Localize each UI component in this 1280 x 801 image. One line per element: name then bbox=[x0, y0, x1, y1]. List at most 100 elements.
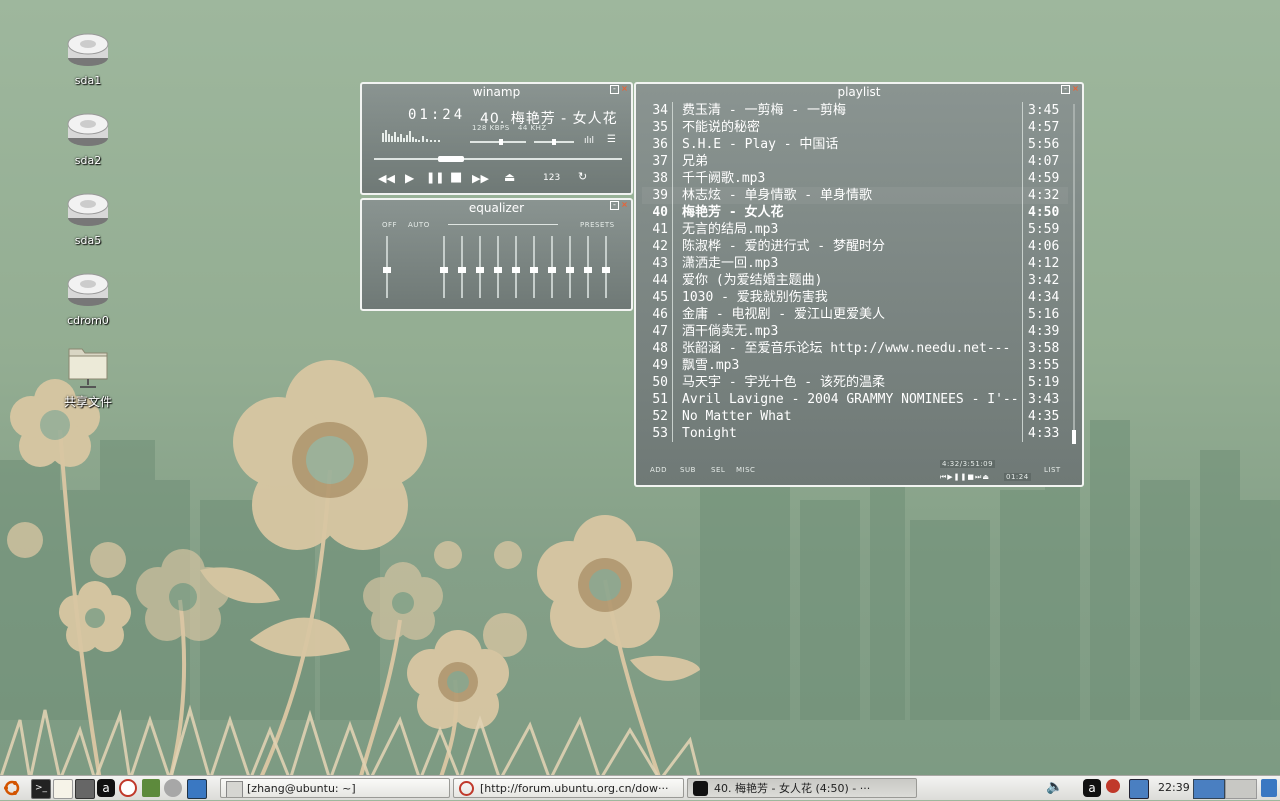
winamp-main-window[interactable]: winamp - × 01:24 40. 梅艳芳 - 女人花 128 KBPS 4… bbox=[360, 82, 633, 195]
task-audacious[interactable]: 40. 梅艳芳 - 女人花 (4:50) - ··· bbox=[687, 778, 917, 798]
sel-button[interactable]: SEL bbox=[711, 466, 725, 474]
playlist-row[interactable]: 51 Avril Lavigne - 2004 GRAMMY NOMINEES -… bbox=[642, 391, 1068, 408]
eq-presets-button[interactable]: PRESETS bbox=[580, 221, 615, 229]
playlist-row[interactable]: 43 潇洒走一回.mp3 4:12 bbox=[642, 255, 1068, 272]
desktop-icon-cdrom0[interactable]: cdrom0 bbox=[43, 270, 133, 327]
window-titlebar[interactable]: playlist - × bbox=[636, 84, 1082, 100]
task-terminal[interactable]: [zhang@ubuntu: ~] bbox=[220, 778, 450, 798]
playlist-row[interactable]: 36 S.H.E - Play - 中国话 5:56 bbox=[642, 136, 1068, 153]
balance-slider[interactable] bbox=[534, 139, 574, 145]
eq-slider-knob[interactable] bbox=[512, 267, 520, 273]
eq-band-slider[interactable] bbox=[476, 236, 484, 298]
window-titlebar[interactable]: equalizer - × bbox=[362, 200, 631, 216]
next-button[interactable]: ▶▶ bbox=[472, 172, 489, 185]
desktop-icon-sda1[interactable]: sda1 bbox=[43, 30, 133, 87]
desktop-icon-shared-folder[interactable]: 共享文件 bbox=[43, 343, 133, 410]
window-titlebar[interactable]: winamp - × bbox=[362, 84, 631, 100]
play-button[interactable]: ▶ bbox=[405, 171, 414, 185]
eq-slider-knob[interactable] bbox=[548, 267, 556, 273]
playlist-row[interactable]: 39 林志炫 - 单身情歌 - 单身情歌 4:32 bbox=[642, 187, 1068, 204]
playlist-row[interactable]: 46 金庸 - 电视剧 - 爱江山更爱美人 5:16 bbox=[642, 306, 1068, 323]
playlist-toggle-icon[interactable]: ☰ bbox=[607, 134, 616, 145]
books-launcher-icon[interactable] bbox=[142, 779, 160, 797]
sub-button[interactable]: SUB bbox=[680, 466, 696, 474]
terminal-launcher-icon[interactable]: >_ bbox=[31, 779, 51, 799]
minimize-button[interactable]: - bbox=[610, 85, 619, 94]
playlist-row[interactable]: 49 飘雪.mp3 3:55 bbox=[642, 357, 1068, 374]
task-browser[interactable]: [http://forum.ubuntu.org.cn/dow··· bbox=[453, 778, 684, 798]
eq-band-slider[interactable] bbox=[494, 236, 502, 298]
scrollbar-thumb[interactable] bbox=[1072, 430, 1076, 444]
eq-slider-knob[interactable] bbox=[494, 267, 502, 273]
clock[interactable]: 22:39 bbox=[1158, 781, 1190, 794]
eq-band-slider[interactable] bbox=[458, 236, 466, 298]
time-display[interactable]: 01:24 bbox=[408, 107, 465, 123]
volume-slider[interactable] bbox=[470, 139, 526, 145]
playlist-row[interactable]: 41 无言的结局.mp3 5:59 bbox=[642, 221, 1068, 238]
desktop-icon-sda2[interactable]: sda2 bbox=[43, 110, 133, 167]
eq-band-slider[interactable] bbox=[548, 236, 556, 298]
eq-band-slider[interactable] bbox=[530, 236, 538, 298]
eq-band-slider[interactable] bbox=[584, 236, 592, 298]
eject-button[interactable]: ⏏ bbox=[504, 170, 515, 184]
eq-slider-knob[interactable] bbox=[530, 267, 538, 273]
eq-slider-knob[interactable] bbox=[440, 267, 448, 273]
playlist-row[interactable]: 37 兄弟 4:07 bbox=[642, 153, 1068, 170]
volume-tray-icon[interactable]: 🔈 bbox=[1046, 779, 1063, 795]
playlist-row[interactable]: 45 1030 - 爱我就别伤害我 4:34 bbox=[642, 289, 1068, 306]
playlist-row[interactable]: 42 陈淑桦 - 爱的进行式 - 梦醒时分 4:06 bbox=[642, 238, 1068, 255]
workspace-2[interactable] bbox=[1225, 779, 1257, 799]
browser-launcher-icon[interactable] bbox=[119, 779, 137, 797]
workspace-1[interactable] bbox=[1193, 779, 1225, 799]
list-button[interactable]: LIST bbox=[1044, 466, 1061, 474]
seek-bar[interactable] bbox=[374, 156, 622, 162]
equalizer-window[interactable]: equalizer - × OFF AUTO PRESETS bbox=[360, 198, 633, 311]
network-tray-icon[interactable] bbox=[1129, 779, 1149, 799]
stop-button[interactable]: ■ bbox=[450, 170, 462, 185]
desktop-icon-sda5[interactable]: sda5 bbox=[43, 190, 133, 247]
minimize-button[interactable]: - bbox=[1061, 85, 1070, 94]
eq-slider-knob[interactable] bbox=[383, 267, 391, 273]
eq-band-slider[interactable] bbox=[602, 236, 610, 298]
playlist-row[interactable]: 38 千千阙歌.mp3 4:59 bbox=[642, 170, 1068, 187]
playlist-row[interactable]: 44 爱你 (为爱结婚主题曲) 3:42 bbox=[642, 272, 1068, 289]
eq-slider-knob[interactable] bbox=[584, 267, 592, 273]
show-desktop-icon[interactable] bbox=[1261, 779, 1277, 797]
close-icon[interactable]: × bbox=[1072, 85, 1079, 93]
repeat-icon[interactable]: ↻ bbox=[578, 170, 587, 183]
settings-launcher-icon[interactable] bbox=[164, 779, 182, 797]
eq-auto-toggle[interactable]: AUTO bbox=[408, 221, 430, 229]
eq-band-slider[interactable] bbox=[440, 236, 448, 298]
update-tray-icon[interactable] bbox=[1106, 779, 1120, 793]
eq-slider-knob[interactable] bbox=[476, 267, 484, 273]
eq-band-slider[interactable] bbox=[566, 236, 574, 298]
mini-transport-controls[interactable]: ⏮▶❚❚■⏭⏏ bbox=[940, 473, 990, 482]
playlist-row[interactable]: 35 不能说的秘密 4:57 bbox=[642, 119, 1068, 136]
minimize-button[interactable]: - bbox=[610, 201, 619, 210]
playlist-row[interactable]: 52 No Matter What 4:35 bbox=[642, 408, 1068, 425]
close-icon[interactable]: × bbox=[621, 201, 628, 209]
playlist-row[interactable]: 34 费玉清 - 一剪梅 - 一剪梅 3:45 bbox=[642, 102, 1068, 119]
text-editor-launcher-icon[interactable] bbox=[53, 779, 73, 799]
playlist-row[interactable]: 48 张韶涵 - 至爱音乐论坛 http://www.needu.net--- 3:… bbox=[642, 340, 1068, 357]
eq-off-toggle[interactable]: OFF bbox=[382, 221, 397, 229]
misc-button[interactable]: MISC bbox=[736, 466, 755, 474]
eq-band-slider[interactable] bbox=[512, 236, 520, 298]
eq-slider-knob[interactable] bbox=[566, 267, 574, 273]
close-icon[interactable]: × bbox=[621, 85, 628, 93]
playlist-row[interactable]: 50 马天宇 - 宇光十色 - 该死的温柔 5:19 bbox=[642, 374, 1068, 391]
playlist-window[interactable]: playlist - × 34 费玉清 - 一剪梅 - 一剪梅 3:45 35 不能说的秘… bbox=[634, 82, 1084, 487]
desktop-switcher-icon[interactable] bbox=[187, 779, 207, 799]
add-button[interactable]: ADD bbox=[650, 466, 667, 474]
audacious-tray-icon[interactable]: a bbox=[1083, 779, 1101, 797]
shuffle-counter[interactable]: 123 bbox=[543, 173, 560, 183]
playlist-row[interactable]: 53 Tonight 4:33 bbox=[642, 425, 1068, 442]
eq-slider-knob[interactable] bbox=[458, 267, 466, 273]
playlist-row[interactable]: 40 梅艳芳 - 女人花 4:50 bbox=[642, 204, 1068, 221]
volume-knob[interactable] bbox=[498, 139, 503, 145]
eq-slider-knob[interactable] bbox=[602, 267, 610, 273]
ubuntu-menu-icon[interactable] bbox=[3, 779, 21, 797]
equalizer-toggle-icon[interactable]: ılıl bbox=[584, 136, 594, 146]
seek-knob[interactable] bbox=[438, 156, 465, 162]
spectrum-visualizer[interactable] bbox=[382, 128, 454, 142]
